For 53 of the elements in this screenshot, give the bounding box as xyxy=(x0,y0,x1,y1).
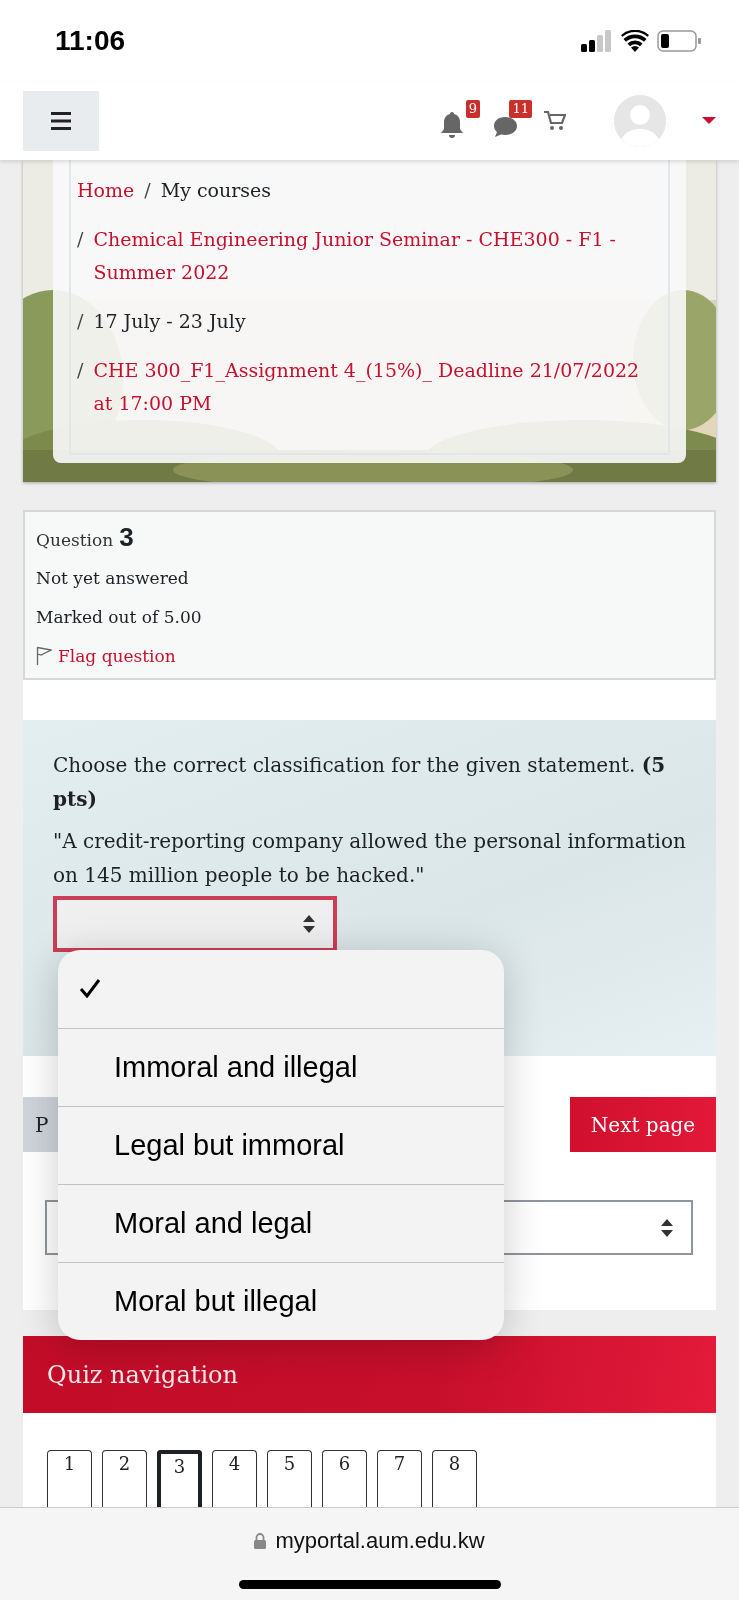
option-label: Immoral and illegal xyxy=(114,1051,358,1084)
flag-icon xyxy=(36,645,52,666)
battery-icon xyxy=(657,30,701,52)
breadcrumb-separator: / xyxy=(77,358,84,383)
signal-icon xyxy=(581,30,613,52)
question-label: Question xyxy=(36,530,114,550)
question-page-button[interactable]: 1 xyxy=(47,1450,92,1507)
url-text[interactable]: myportal.aum.edu.kw xyxy=(275,1528,485,1554)
breadcrumb-separator: / xyxy=(77,227,84,252)
breadcrumb-link[interactable]: CHE 300_F1_Assignment 4_(15%)_ Deadline 21/07/2022 at 17:00 PM xyxy=(93,354,654,420)
option-label: Moral and legal xyxy=(114,1207,313,1240)
answer-select[interactable] xyxy=(53,896,337,952)
lock-icon xyxy=(254,1533,267,1549)
clock-time: 11:06 xyxy=(55,25,126,57)
question-prompt: Choose the correct classification for the given statement. (5 pts) xyxy=(53,752,667,813)
wifi-icon xyxy=(621,30,649,52)
breadcrumb-link[interactable]: Home xyxy=(77,174,135,207)
question-page-button[interactable]: 6 xyxy=(322,1450,367,1507)
breadcrumb-separator: / xyxy=(144,178,151,203)
dropdown-option[interactable]: Legal but immoral xyxy=(58,1106,504,1184)
dropdown-option[interactable]: Immoral and illegal xyxy=(58,1028,504,1106)
breadcrumb-text: My courses xyxy=(160,178,272,203)
message-badge: 11 xyxy=(509,100,532,118)
caret-icon[interactable] xyxy=(702,117,716,125)
select-arrows-icon xyxy=(303,915,315,933)
select-arrows-icon xyxy=(661,1218,673,1237)
question-page-button[interactable]: 5 xyxy=(267,1450,312,1507)
bell-icon[interactable] xyxy=(440,112,464,138)
notification-badge: 9 xyxy=(465,100,480,118)
option-label: Moral but illegal xyxy=(114,1285,318,1318)
chat-icon[interactable] xyxy=(492,114,518,138)
cart-icon[interactable] xyxy=(544,111,566,131)
question-statement: "A credit-reporting company allowed the personal information on 145 million people to be hacked." xyxy=(53,828,686,889)
flag-question-link[interactable]: Flag question xyxy=(36,645,176,666)
quiz-navigation-title: Quiz navigation xyxy=(47,1360,238,1389)
option-label: Legal but immoral xyxy=(114,1129,345,1162)
question-page-button[interactable]: 3 xyxy=(157,1450,202,1507)
dropdown-option[interactable]: Moral and legal xyxy=(58,1184,504,1262)
breadcrumb-separator: / xyxy=(77,309,84,334)
breadcrumb-link[interactable]: Chemical Engineering Junior Seminar - CHE300 - F1 - Summer 2022 xyxy=(93,223,654,289)
question-page-button[interactable]: 7 xyxy=(377,1450,422,1507)
question-page-button[interactable]: 4 xyxy=(212,1450,257,1507)
next-page-button[interactable]: Next page xyxy=(570,1097,716,1152)
breadcrumb-text: 17 July - 23 July xyxy=(93,309,247,334)
menu-icon xyxy=(51,112,71,130)
previous-page-button[interactable]: P xyxy=(23,1097,58,1152)
marks-text: Marked out of 5.00 xyxy=(36,606,202,627)
question-number: 3 xyxy=(119,522,134,553)
dropdown-option[interactable]: Moral but illegal xyxy=(58,1262,504,1340)
status-text: Not yet answered xyxy=(36,567,189,588)
question-page-button[interactable]: 2 xyxy=(102,1450,147,1507)
question-page-button[interactable]: 8 xyxy=(432,1450,477,1507)
menu-button[interactable] xyxy=(23,91,99,151)
